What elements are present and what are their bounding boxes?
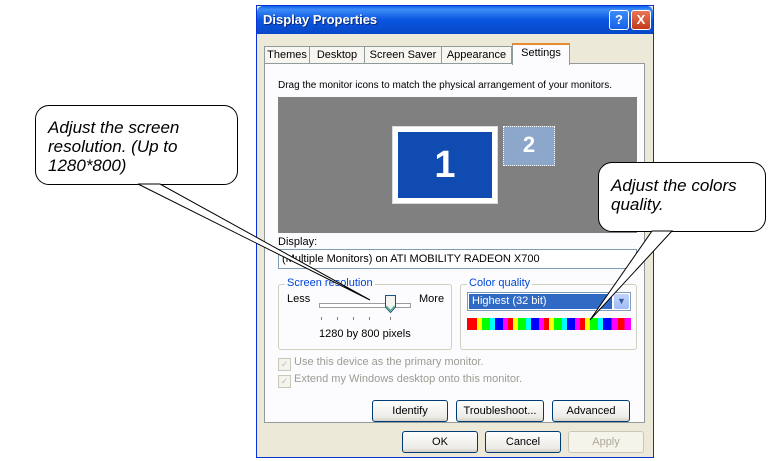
resolution-callout-pointer xyxy=(137,183,371,301)
tab-settings[interactable]: Settings xyxy=(512,43,570,65)
callout-pointers xyxy=(137,183,674,321)
colors-callout-pointer xyxy=(589,230,674,321)
